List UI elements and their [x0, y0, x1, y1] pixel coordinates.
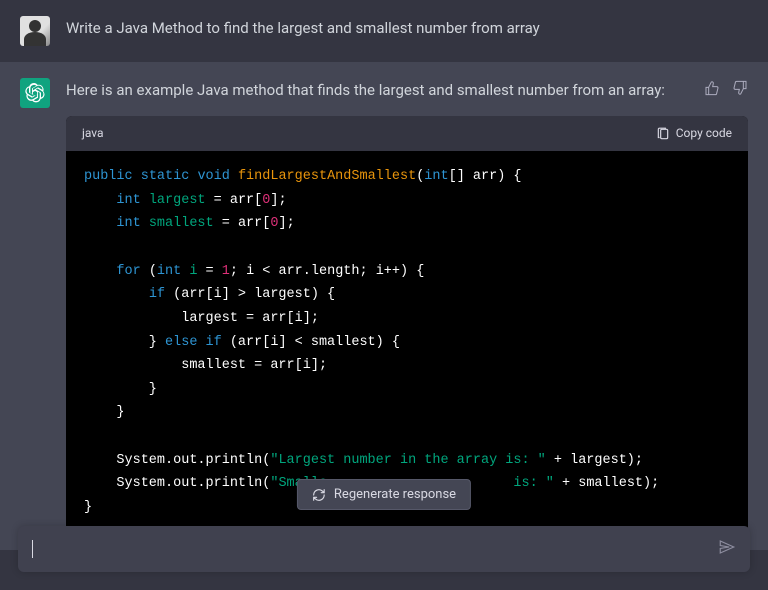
chat-input[interactable] — [18, 526, 750, 572]
code-header: java Copy code — [66, 116, 748, 151]
input-caret — [32, 540, 33, 558]
regenerate-label: Regenerate response — [334, 487, 456, 502]
user-message-row: Write a Java Method to find the largest … — [0, 0, 768, 62]
openai-logo-icon — [25, 83, 45, 103]
user-message-text: Write a Java Method to find the largest … — [66, 16, 748, 46]
copy-code-label: Copy code — [676, 124, 732, 143]
thumbs-up-icon[interactable] — [704, 80, 720, 96]
clipboard-icon — [656, 127, 670, 141]
assistant-message-row: Here is an example Java method that find… — [0, 62, 768, 550]
assistant-message-body: Here is an example Java method that find… — [66, 78, 748, 534]
feedback-controls — [704, 80, 748, 96]
assistant-intro-text: Here is an example Java method that find… — [66, 78, 748, 102]
refresh-icon — [312, 488, 326, 502]
regenerate-response-button[interactable]: Regenerate response — [297, 479, 471, 510]
code-block: java Copy code public static void findLa… — [66, 116, 748, 534]
send-button[interactable] — [718, 538, 736, 560]
code-language-label: java — [82, 124, 104, 143]
copy-code-button[interactable]: Copy code — [656, 124, 732, 143]
assistant-avatar — [20, 78, 50, 108]
code-content[interactable]: public static void findLargestAndSmalles… — [66, 151, 748, 533]
user-avatar — [20, 16, 50, 46]
thumbs-down-icon[interactable] — [732, 80, 748, 96]
send-icon — [718, 538, 736, 556]
